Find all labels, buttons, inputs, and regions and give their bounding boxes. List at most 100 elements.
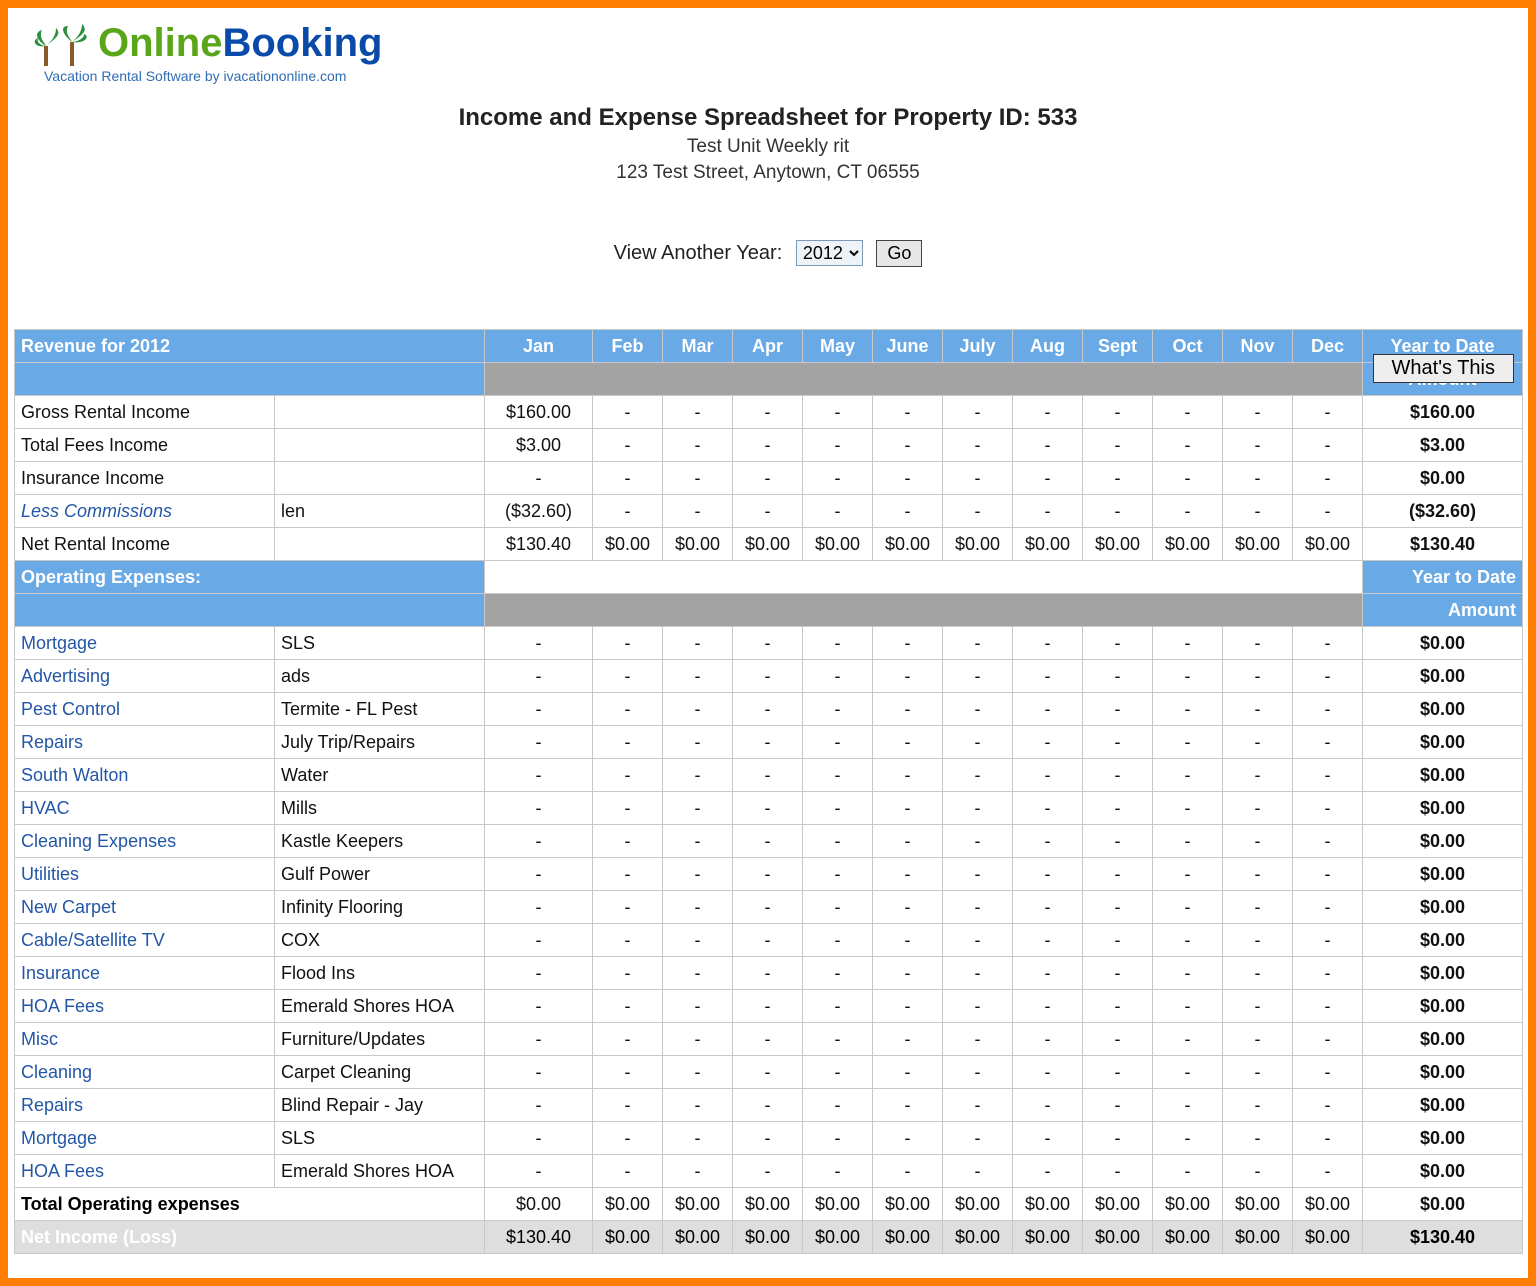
revenue-cell: - bbox=[1153, 396, 1223, 429]
expense-row-vendor: SLS bbox=[275, 1122, 485, 1155]
expenses-ytd-header: Year to Date bbox=[1363, 561, 1523, 594]
month-header: Sept bbox=[1083, 330, 1153, 363]
expense-cell: - bbox=[803, 627, 873, 660]
expense-cell: - bbox=[943, 1155, 1013, 1188]
expense-cell: - bbox=[1153, 726, 1223, 759]
expense-row-label[interactable]: Cleaning bbox=[15, 1056, 275, 1089]
revenue-cell: - bbox=[663, 396, 733, 429]
revenue-cell: - bbox=[943, 495, 1013, 528]
revenue-cell: - bbox=[1223, 429, 1293, 462]
expense-row-label[interactable]: HVAC bbox=[15, 792, 275, 825]
expense-cell: - bbox=[1013, 1122, 1083, 1155]
expense-cell: - bbox=[1153, 759, 1223, 792]
expense-row-vendor: Emerald Shores HOA bbox=[275, 990, 485, 1023]
expense-cell: - bbox=[1293, 660, 1363, 693]
expense-row-label[interactable]: Repairs bbox=[15, 726, 275, 759]
revenue-cell: - bbox=[1153, 462, 1223, 495]
expense-ytd: $0.00 bbox=[1363, 957, 1523, 990]
expense-cell: - bbox=[1083, 1056, 1153, 1089]
expense-cell: - bbox=[593, 1155, 663, 1188]
revenue-row-vendor bbox=[275, 396, 485, 429]
revenue-cell: $130.40 bbox=[485, 528, 593, 561]
expense-cell: - bbox=[485, 1023, 593, 1056]
expense-cell: - bbox=[733, 990, 803, 1023]
expense-row-vendor: COX bbox=[275, 924, 485, 957]
revenue-cell: - bbox=[873, 462, 943, 495]
expense-row-label[interactable]: Misc bbox=[15, 1023, 275, 1056]
expense-cell: - bbox=[1293, 891, 1363, 924]
expense-row-label[interactable]: Advertising bbox=[15, 660, 275, 693]
expense-cell: - bbox=[1013, 660, 1083, 693]
expense-cell: - bbox=[1293, 858, 1363, 891]
month-header: Aug bbox=[1013, 330, 1083, 363]
expense-cell: - bbox=[663, 792, 733, 825]
expense-cell: - bbox=[1153, 1089, 1223, 1122]
go-button[interactable]: Go bbox=[876, 240, 922, 267]
expense-cell: - bbox=[593, 1023, 663, 1056]
expense-row-label[interactable]: Mortgage bbox=[15, 627, 275, 660]
expense-cell: - bbox=[593, 660, 663, 693]
revenue-ytd: $160.00 bbox=[1363, 396, 1523, 429]
total-operating-cell: $0.00 bbox=[803, 1188, 873, 1221]
expense-ytd: $0.00 bbox=[1363, 693, 1523, 726]
expense-row-label[interactable]: Insurance bbox=[15, 957, 275, 990]
month-header: Jan bbox=[485, 330, 593, 363]
expense-row-label[interactable]: Utilities bbox=[15, 858, 275, 891]
expense-cell: - bbox=[873, 957, 943, 990]
revenue-cell: - bbox=[733, 396, 803, 429]
expense-row-vendor: SLS bbox=[275, 627, 485, 660]
expense-cell: - bbox=[803, 825, 873, 858]
expense-row-label[interactable]: Pest Control bbox=[15, 693, 275, 726]
revenue-cell: $0.00 bbox=[1153, 528, 1223, 561]
revenue-cell: - bbox=[1223, 462, 1293, 495]
expense-cell: - bbox=[1223, 1023, 1293, 1056]
expense-cell: - bbox=[1153, 627, 1223, 660]
expense-cell: - bbox=[593, 1122, 663, 1155]
revenue-row-vendor bbox=[275, 528, 485, 561]
revenue-row-vendor bbox=[275, 462, 485, 495]
revenue-cell: - bbox=[943, 462, 1013, 495]
expense-cell: - bbox=[733, 726, 803, 759]
expense-cell: - bbox=[1293, 693, 1363, 726]
expense-row-label[interactable]: Mortgage bbox=[15, 1122, 275, 1155]
expense-cell: - bbox=[593, 1089, 663, 1122]
expense-cell: - bbox=[485, 1155, 593, 1188]
whats-this-button[interactable]: What's This bbox=[1373, 354, 1514, 383]
total-operating-cell: $0.00 bbox=[1083, 1188, 1153, 1221]
expense-row-label[interactable]: HOA Fees bbox=[15, 1155, 275, 1188]
expense-row-label[interactable]: Cable/Satellite TV bbox=[15, 924, 275, 957]
expense-cell: - bbox=[873, 891, 943, 924]
revenue-cell: - bbox=[1153, 429, 1223, 462]
expense-cell: - bbox=[663, 1023, 733, 1056]
revenue-cell: - bbox=[1013, 462, 1083, 495]
expense-cell: - bbox=[1293, 1155, 1363, 1188]
expense-row-label[interactable]: South Walton bbox=[15, 759, 275, 792]
expense-cell: - bbox=[1013, 825, 1083, 858]
page-title: Income and Expense Spreadsheet for Prope… bbox=[14, 104, 1522, 132]
expense-cell: - bbox=[1293, 1122, 1363, 1155]
expense-cell: - bbox=[485, 957, 593, 990]
net-income-cell: $0.00 bbox=[1013, 1221, 1083, 1254]
expense-cell: - bbox=[873, 693, 943, 726]
revenue-cell: $160.00 bbox=[485, 396, 593, 429]
expense-row-label[interactable]: HOA Fees bbox=[15, 990, 275, 1023]
revenue-row-label[interactable]: Less Commissions bbox=[15, 495, 275, 528]
expense-row-label[interactable]: Cleaning Expenses bbox=[15, 825, 275, 858]
expense-ytd: $0.00 bbox=[1363, 726, 1523, 759]
expense-row-vendor: July Trip/Repairs bbox=[275, 726, 485, 759]
expense-ytd: $0.00 bbox=[1363, 990, 1523, 1023]
revenue-cell: - bbox=[1293, 396, 1363, 429]
expense-cell: - bbox=[803, 792, 873, 825]
expense-row-vendor: Furniture/Updates bbox=[275, 1023, 485, 1056]
expense-cell: - bbox=[1223, 1089, 1293, 1122]
year-select[interactable]: 2012 bbox=[796, 240, 863, 266]
expense-cell: - bbox=[803, 1155, 873, 1188]
expense-row-label[interactable]: Repairs bbox=[15, 1089, 275, 1122]
net-income-cell: $0.00 bbox=[1083, 1221, 1153, 1254]
expense-row-label[interactable]: New Carpet bbox=[15, 891, 275, 924]
net-income-cell: $0.00 bbox=[873, 1221, 943, 1254]
expense-cell: - bbox=[1223, 726, 1293, 759]
expense-cell: - bbox=[1013, 759, 1083, 792]
revenue-cell: - bbox=[803, 462, 873, 495]
net-income-cell: $0.00 bbox=[803, 1221, 873, 1254]
